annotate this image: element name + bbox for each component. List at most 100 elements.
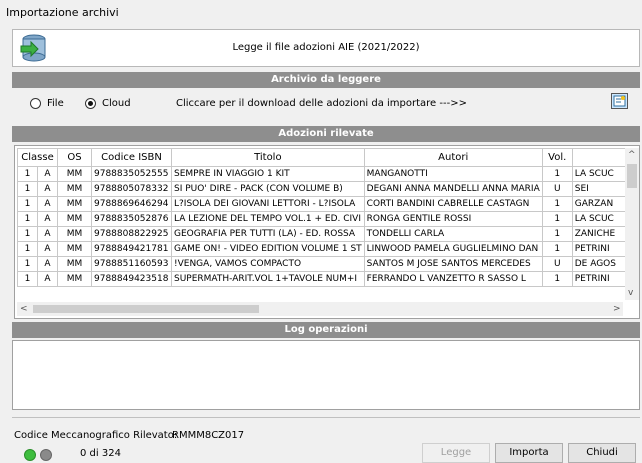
adozioni-table: Classe OS Codice ISBN Titolo Autori Vol.… [17, 148, 629, 287]
table-cell: 1 [541, 196, 573, 212]
codice-value: RMMM8CZ017 [172, 430, 245, 441]
scroll-up-icon[interactable]: ^ [628, 150, 636, 160]
table-cell: SEI [571, 181, 629, 197]
table-cell: 1 [17, 241, 38, 257]
log-band: Log operazioni [12, 322, 640, 338]
table-cell: L?ISOLA DEI GIOVANI LETTORI - L?ISOLA [171, 196, 365, 212]
col-header-isbn[interactable]: Codice ISBN [91, 148, 172, 167]
table-cell: MANGANOTTI [363, 166, 543, 182]
table-row[interactable]: 1 A MM 9788851160593 !VENGA, VAMOS COMPACTO S… [17, 256, 629, 272]
table-cell: MM [57, 181, 92, 197]
table-row[interactable]: 1 A MM 9788835052876 LA LEZIONE DEL TEMPO VO… [17, 211, 629, 227]
vertical-scroll-thumb[interactable] [627, 164, 637, 188]
table-cell: SI PUO' DIRE - PACK (CON VOLUME B) [171, 181, 365, 197]
window-title: Importazione archivi [6, 6, 119, 19]
col-header-os[interactable]: OS [57, 148, 92, 167]
log-textarea[interactable] [12, 340, 640, 410]
table-cell: DEGANI ANNA MANDELLI ANNA MARIA [363, 181, 543, 197]
adozioni-table-panel[interactable]: Classe OS Codice ISBN Titolo Autori Vol.… [14, 145, 640, 319]
horizontal-scroll-thumb[interactable] [33, 305, 259, 313]
table-row[interactable]: 1 A MM 9788808822925 GEOGRAFIA PER TUTTI (LA… [17, 226, 629, 242]
download-icon[interactable] [611, 93, 628, 109]
table-cell: A [37, 226, 58, 242]
table-cell: SANTOS M JOSE SANTOS MERCEDES [363, 256, 543, 272]
status-green-icon [24, 449, 36, 461]
table-cell: 9788869646294 [91, 196, 172, 212]
table-cell: RONGA GENTILE ROSSI [363, 211, 543, 227]
header-title: Legge il file adozioni AIE (2021/2022) [232, 42, 420, 53]
table-cell: !VENGA, VAMOS COMPACTO [171, 256, 365, 272]
table-cell: GARZAN [571, 196, 629, 212]
chiudi-button[interactable]: Chiudi [568, 443, 636, 463]
table-cell: FERRANDO L VANZETTO R SASSO L [363, 271, 543, 287]
scroll-left-icon[interactable]: < [20, 304, 28, 314]
table-cell: DE AGOS [571, 256, 629, 272]
table-cell: MM [57, 196, 92, 212]
table-cell: MM [57, 226, 92, 242]
table-cell: A [37, 256, 58, 272]
adozioni-band: Adozioni rilevate [12, 126, 640, 142]
table-cell: MM [57, 211, 92, 227]
table-cell: U [541, 181, 573, 197]
table-row[interactable]: 1 A MM 9788835052555 SEMPRE IN VIAGGIO 1 KIT… [17, 166, 629, 182]
table-cell: 9788835052876 [91, 211, 172, 227]
table-cell: A [37, 181, 58, 197]
table-cell: SUPERMATH-ARIT.VOL 1+TAVOLE NUM+I [171, 271, 365, 287]
table-cell: MM [57, 241, 92, 257]
table-cell: 1 [17, 181, 38, 197]
table-cell: 1 [541, 241, 573, 257]
table-cell: A [37, 241, 58, 257]
scroll-right-icon[interactable]: > [613, 304, 621, 314]
table-cell: LA SCUC [571, 211, 629, 227]
table-row[interactable]: 1 A MM 9788869646294 L?ISOLA DEI GIOVANI LET… [17, 196, 629, 212]
col-header-titolo[interactable]: Titolo [171, 148, 365, 167]
table-cell: GAME ON! - VIDEO EDITION VOLUME 1 ST [171, 241, 365, 257]
table-header-row: Classe OS Codice ISBN Titolo Autori Vol. [17, 148, 629, 167]
header-panel: Legge il file adozioni AIE (2021/2022) [12, 29, 640, 67]
table-cell: 9788849423518 [91, 271, 172, 287]
table-row[interactable]: 1 A MM 9788849421781 GAME ON! - VIDEO EDITIO… [17, 241, 629, 257]
table-cell: LA SCUC [571, 166, 629, 182]
legge-button[interactable]: Legge [422, 443, 490, 463]
table-cell: 9788805078332 [91, 181, 172, 197]
radio-cloud-circle[interactable] [85, 98, 96, 109]
download-hint: Cliccare per il download delle adozioni … [176, 98, 467, 109]
vertical-scrollbar[interactable]: ^ v [625, 148, 639, 300]
col-header-autori[interactable]: Autori [363, 148, 543, 167]
table-cell: 1 [541, 166, 573, 182]
footer-divider [12, 417, 640, 418]
codice-label: Codice Meccanografico Rilevato: [14, 430, 178, 441]
table-cell: TONDELLI CARLA [363, 226, 543, 242]
col-header-vol[interactable]: Vol. [541, 148, 573, 167]
table-cell: 1 [17, 226, 38, 242]
table-cell: LINWOOD PAMELA GUGLIELMINO DAN [363, 241, 543, 257]
scroll-down-icon[interactable]: v [628, 288, 633, 298]
col-header-classe[interactable]: Classe [17, 148, 58, 167]
table-cell: U [541, 256, 573, 272]
table-cell: CORTI BANDINI CABRELLE CASTAGN [363, 196, 543, 212]
table-cell: 1 [17, 166, 38, 182]
table-cell: MM [57, 271, 92, 287]
table-cell: A [37, 211, 58, 227]
table-cell: SEMPRE IN VIAGGIO 1 KIT [171, 166, 365, 182]
table-cell: 9788808822925 [91, 226, 172, 242]
radio-file-circle[interactable] [30, 98, 41, 109]
table-row[interactable]: 1 A MM 9788805078332 SI PUO' DIRE - PACK (CO… [17, 181, 629, 197]
radio-cloud-label: Cloud [102, 98, 131, 109]
table-cell: 9788851160593 [91, 256, 172, 272]
table-cell: A [37, 271, 58, 287]
table-row[interactable]: 1 A MM 9788849423518 SUPERMATH-ARIT.VOL 1+TA… [17, 271, 629, 287]
table-cell: 1 [17, 256, 38, 272]
horizontal-scrollbar[interactable]: < > [17, 302, 623, 316]
table-cell: A [37, 166, 58, 182]
radio-file[interactable]: File [30, 98, 64, 109]
col-header-editore[interactable] [571, 148, 629, 167]
table-cell: 1 [17, 271, 38, 287]
importa-button[interactable]: Importa [495, 443, 563, 463]
archivio-band: Archivio da leggere [12, 72, 640, 88]
table-cell: PETRINI [571, 271, 629, 287]
table-cell: 1 [541, 226, 573, 242]
status-gray-icon [40, 449, 52, 461]
radio-cloud[interactable]: Cloud [85, 98, 131, 109]
table-cell: MM [57, 256, 92, 272]
